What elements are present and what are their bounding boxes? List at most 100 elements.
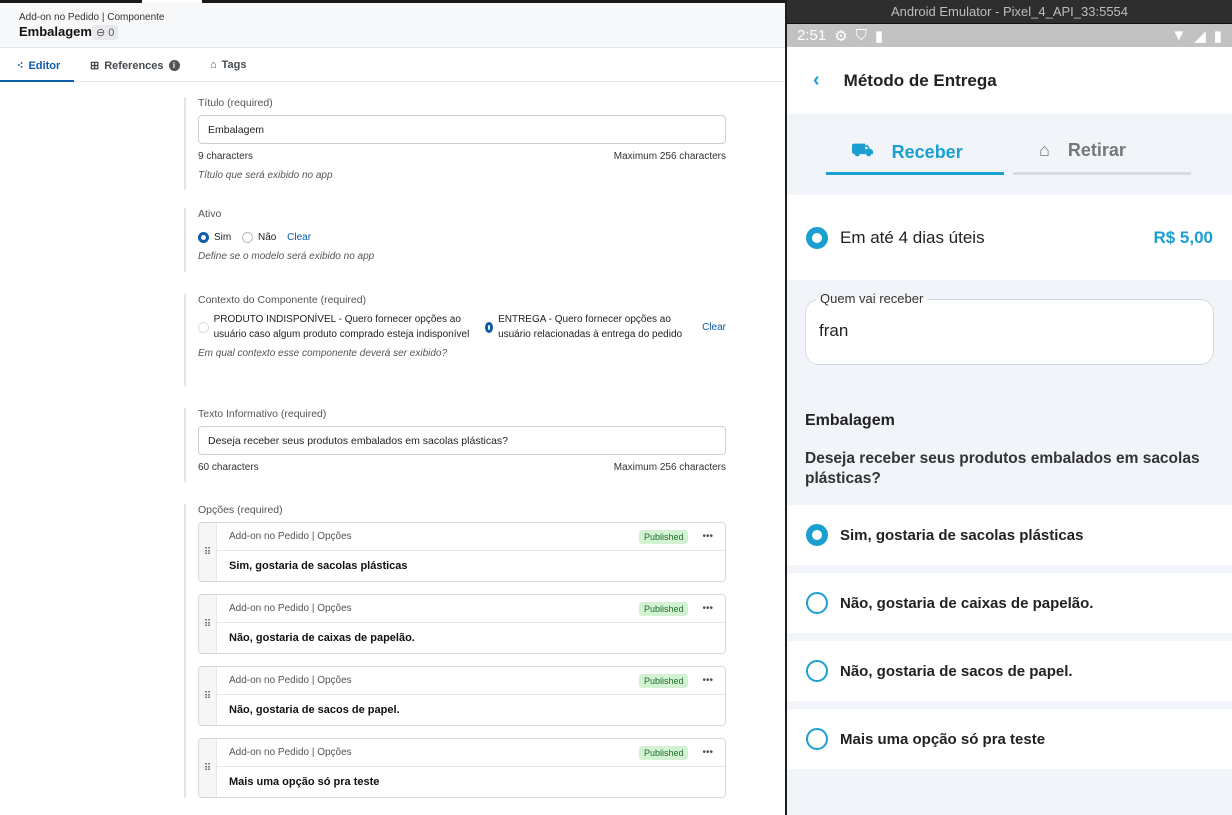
- field-label: Título (required): [198, 97, 273, 109]
- references-count[interactable]: ⊖ 0: [92, 25, 119, 40]
- question: Deseja receber seus produtos embalados e…: [805, 450, 1200, 487]
- editor-form: Título (required) Embalagem 9 characters…: [184, 97, 729, 810]
- settings-icon: ⚙: [834, 27, 848, 45]
- tab-retirar[interactable]: ⌂ Retirar: [1039, 140, 1126, 161]
- option-card[interactable]: ⠿ Add-on no Pedido | Opções Published ••• Nã…: [198, 594, 726, 654]
- option-title: Sim, gostaria de sacolas plásticas: [229, 560, 408, 572]
- radio-icon: [806, 728, 828, 750]
- char-count: 9 characters: [198, 151, 254, 162]
- sd-card-icon: ▮: [874, 27, 884, 45]
- link-icon: ⊖: [96, 27, 106, 39]
- radio-icon: [806, 592, 828, 614]
- more-actions-icon[interactable]: •••: [702, 747, 713, 758]
- status-bar: 2:51 ⚙ ⛉ ▮ ▼ ◢ ▮: [787, 24, 1232, 47]
- tab-tags[interactable]: ⌂ Tags: [210, 59, 247, 71]
- price: R$ 5,00: [1153, 227, 1213, 247]
- radio-sim[interactable]: [198, 232, 209, 243]
- radio-produto-indisponivel[interactable]: [198, 321, 209, 333]
- field-label: Texto Informativo (required): [198, 408, 327, 420]
- option-title: Não, gostaria de sacos de papel.: [229, 704, 400, 716]
- active-tab-indicator: [826, 172, 1004, 175]
- entry-title: Embalagem: [19, 24, 92, 39]
- help-text: Em qual contexto esse componente deverá …: [198, 348, 448, 359]
- char-max: Maximum 256 characters: [613, 151, 726, 162]
- tab-bar: ⁖ Editor ⊞ References i ⌂ Tags: [0, 48, 785, 82]
- entry-header: Add-on no Pedido | Componente Embalagem …: [0, 3, 785, 48]
- content-type: Add-on no Pedido | Opções: [229, 747, 352, 758]
- tab-references[interactable]: ⊞ References i: [90, 59, 180, 72]
- section-title: Embalagem: [805, 412, 895, 429]
- tag-icon: ⌂: [210, 59, 217, 71]
- packaging-option[interactable]: Mais uma opção só pra teste: [787, 709, 1232, 769]
- field-label: Contexto do Componente (required): [198, 294, 367, 306]
- drag-handle-icon[interactable]: ⠿: [199, 595, 217, 653]
- radio-nao[interactable]: [242, 232, 254, 243]
- content-type: Add-on no Pedido | Opções: [229, 603, 352, 614]
- clear-ativo-link[interactable]: Clear: [287, 232, 311, 243]
- drag-handle-icon[interactable]: ⠿: [199, 523, 217, 581]
- drag-handle-icon[interactable]: ⠿: [199, 739, 217, 797]
- field-contexto: Contexto do Componente (required) PRODUT…: [184, 294, 729, 386]
- references-icon: ⊞: [90, 60, 100, 72]
- shield-icon: ⛉: [855, 27, 867, 44]
- radio-icon: [806, 660, 828, 682]
- field-opcoes: Opções (required) ⠿ Add-on no Pedido | Op…: [184, 504, 729, 798]
- texto-input[interactable]: Deseja receber seus produtos embalados e…: [198, 426, 726, 455]
- info-icon: i: [168, 60, 180, 71]
- radio-selected: [806, 226, 828, 249]
- help-text: Define se o modelo será exibido no app: [198, 251, 375, 263]
- emulator-title: Android Emulator - Pixel_4_API_33:5554: [787, 0, 1232, 24]
- delivery-tabs: ⛟ Receber ⌂ Retirar: [787, 114, 1232, 195]
- option-card[interactable]: ⠿ Add-on no Pedido | Opções Published ••• Nã…: [198, 666, 726, 726]
- receiver-input[interactable]: Quem vai receber fran: [805, 291, 1214, 365]
- tab-receber[interactable]: ⛟ Receber: [851, 140, 963, 164]
- radio-label: ENTREGA - Quero fornecer opções ao usuár…: [498, 314, 683, 340]
- signal-icon: ◢: [1194, 27, 1206, 45]
- screen-title: Método de Entrega: [843, 70, 997, 90]
- more-actions-icon[interactable]: •••: [702, 531, 713, 542]
- field-texto: Texto Informativo (required) Deseja rece…: [184, 408, 729, 482]
- android-emulator: Android Emulator - Pixel_4_API_33:5554 2…: [785, 0, 1232, 815]
- app-header: ‹ Método de Entrega: [787, 47, 1232, 114]
- field-ativo: Ativo Sim Não Clear Define se o modelo s…: [184, 208, 729, 272]
- status-badge: Published: [638, 673, 689, 688]
- back-icon[interactable]: ‹: [813, 69, 820, 92]
- option-title: Mais uma opção só pra teste: [229, 776, 380, 788]
- char-max: Maximum 256 characters: [613, 462, 726, 473]
- status-badge: Published: [638, 745, 689, 760]
- breadcrumb: Add-on no Pedido | Componente: [19, 12, 165, 23]
- wifi-icon: ▼: [1171, 27, 1187, 44]
- content-type: Add-on no Pedido | Opções: [229, 531, 352, 542]
- option-title: Não, gostaria de caixas de papelão.: [229, 632, 415, 644]
- more-actions-icon[interactable]: •••: [702, 603, 713, 614]
- option-card[interactable]: ⠿ Add-on no Pedido | Opções Published ••• Ma…: [198, 738, 726, 798]
- option-card[interactable]: ⠿ Add-on no Pedido | Opções Published ••• Si…: [198, 522, 726, 582]
- char-count: 60 characters: [198, 462, 259, 473]
- drag-handle-icon[interactable]: ⠿: [199, 667, 217, 725]
- store-icon: ⌂: [1039, 140, 1050, 160]
- packaging-option[interactable]: Não, gostaria de sacos de papel.: [787, 641, 1232, 701]
- radio-entrega[interactable]: [485, 321, 494, 333]
- content-type: Add-on no Pedido | Opções: [229, 675, 352, 686]
- packaging-option[interactable]: Não, gostaria de caixas de papelão.: [787, 573, 1232, 633]
- delivery-option[interactable]: Em até 4 dias úteis R$ 5,00: [787, 195, 1232, 280]
- field-titulo: Título (required) Embalagem 9 characters…: [184, 97, 729, 190]
- battery-icon: ▮: [1213, 27, 1222, 45]
- tab-editor[interactable]: ⁖ Editor: [17, 59, 60, 73]
- titulo-input[interactable]: Embalagem: [198, 115, 726, 144]
- radio-label: Não: [258, 232, 277, 244]
- status-badge: Published: [638, 529, 689, 544]
- status-badge: Published: [638, 601, 689, 616]
- radio-label: PRODUTO INDISPONÍVEL - Quero fornecer op…: [213, 314, 470, 340]
- truck-icon: ⛟: [851, 140, 874, 160]
- tab-indicator: [1013, 172, 1191, 175]
- help-text: Título que será exibido no app: [198, 170, 333, 181]
- clock: 2:51: [797, 27, 827, 44]
- more-actions-icon[interactable]: •••: [702, 675, 713, 686]
- packaging-option[interactable]: Sim, gostaria de sacolas plásticas: [787, 505, 1232, 565]
- editor-icon: ⁖: [17, 60, 24, 72]
- active-tab-indicator: [0, 80, 74, 82]
- clear-contexto-link[interactable]: Clear: [702, 320, 726, 335]
- radio-icon: [806, 524, 828, 546]
- field-label: Opções (required): [198, 504, 283, 516]
